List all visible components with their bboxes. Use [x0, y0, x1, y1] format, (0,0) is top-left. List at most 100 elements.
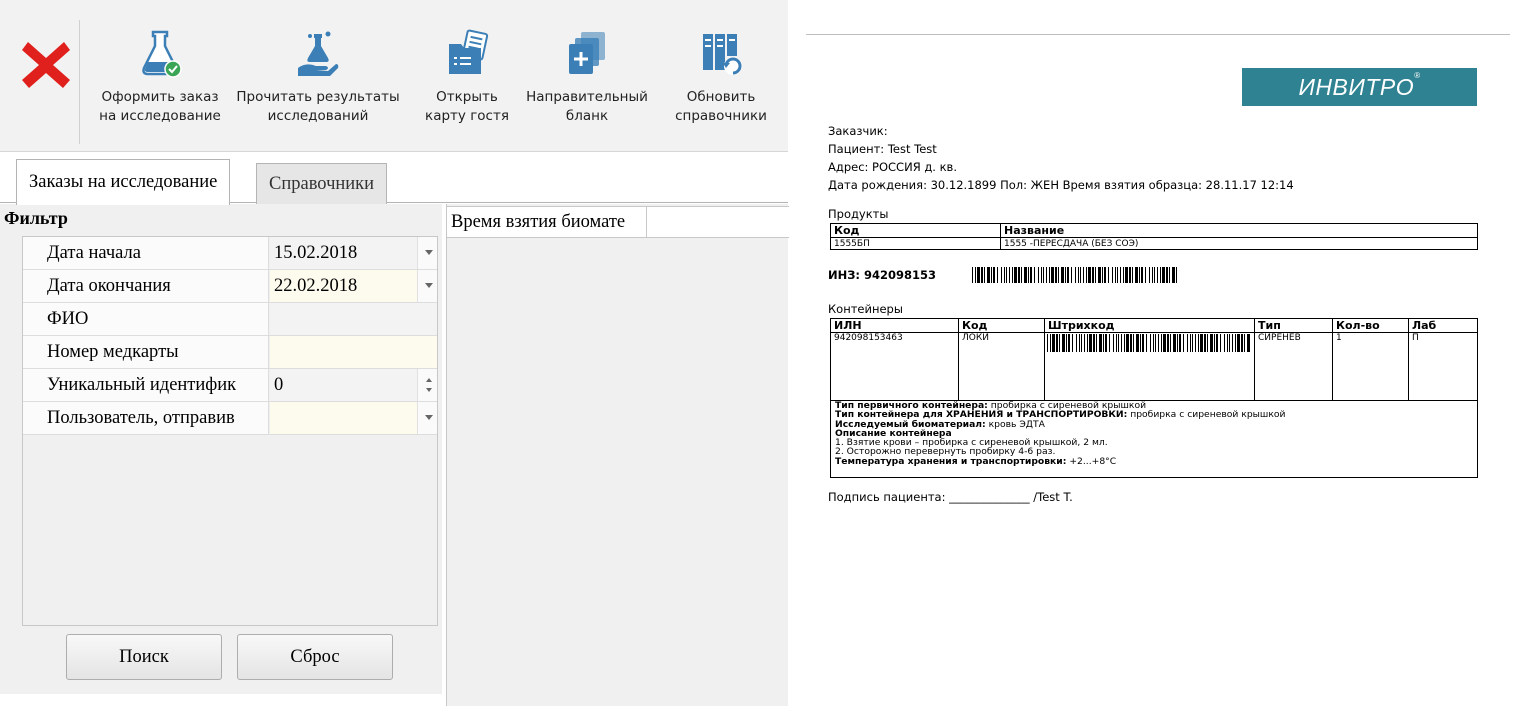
barcode-bar [1084, 334, 1085, 352]
note-value: +2...+8°С [1066, 455, 1117, 467]
column-header-sample-time[interactable]: Время взятия биомате [447, 206, 647, 238]
table-row: 942098153463 ЛОКИ СИРЕНЕВ 1 П [830, 332, 1478, 401]
filter-label: Дата окончания [23, 270, 269, 302]
barcode-bar [1078, 267, 1079, 283]
toolbar: Оформить заказ на исследование Прочитать… [0, 0, 788, 152]
barcode-bar [1214, 334, 1215, 352]
filter-label: ФИО [23, 303, 269, 335]
medcard-number-field[interactable] [270, 336, 437, 368]
start-date-field[interactable]: 15.02.2018 [270, 237, 437, 269]
barcode-bar [1088, 267, 1091, 283]
open-guest-card-button[interactable]: Открыть карту гостя [420, 28, 514, 138]
barcode-bar [1076, 334, 1077, 352]
document-plus-icon [569, 32, 605, 74]
barcode-bar [1235, 334, 1236, 352]
barcode-bar [1139, 267, 1140, 283]
barcode-bar [1046, 267, 1047, 283]
orders-grid: Время взятия биомате [446, 204, 789, 706]
unique-id-spinner[interactable] [417, 369, 437, 401]
birth-line: Дата рождения: 30.12.1899 Пол: ЖЕН Время… [828, 178, 1294, 192]
customer-line: Заказчик: [828, 124, 888, 138]
barcode-bar [1116, 334, 1117, 352]
filter-label: Пользователь, отправив [23, 402, 269, 434]
barcode-bar [1152, 267, 1153, 283]
barcode-bar [1009, 267, 1010, 283]
reset-button[interactable]: Сброс [237, 634, 393, 680]
barcode-bar [1158, 334, 1159, 352]
top-rule [806, 34, 1510, 35]
barcode-bar [972, 267, 973, 283]
barcode-bar [1132, 267, 1133, 283]
spin-down-icon[interactable] [426, 388, 432, 392]
barcode-bar [1024, 267, 1027, 283]
barcode-bar [1129, 267, 1131, 283]
barcode-bar [997, 267, 998, 283]
barcode-bar [1141, 267, 1143, 283]
chevron-down-icon[interactable] [417, 237, 437, 269]
barcode-bar [1062, 334, 1065, 352]
barcode-bar [1081, 334, 1082, 352]
read-results-button[interactable]: Прочитать результаты исследований [226, 28, 410, 138]
chevron-down-icon[interactable] [417, 270, 437, 302]
search-button[interactable]: Поиск [66, 634, 222, 680]
invitro-logo: ИНВИТРО® [1242, 68, 1477, 106]
column-header: Штрихкод [1044, 318, 1255, 333]
filter-label: Номер медкарты [23, 336, 269, 368]
barcode-bar [1052, 334, 1055, 352]
barcode-bar [1162, 267, 1165, 283]
barcode-bar [1145, 267, 1146, 283]
flask-check-icon [142, 30, 182, 78]
barcode-bar [1179, 334, 1181, 352]
patient-line: Пациент: Test Test [828, 142, 937, 156]
end-date-field[interactable]: 22.02.2018 [270, 270, 437, 302]
barcode-bar [1155, 334, 1156, 352]
barcode-bar [993, 267, 995, 283]
barcode-bar [1080, 267, 1081, 283]
close-button[interactable] [18, 36, 74, 92]
update-references-button[interactable]: Обновить справочники [664, 28, 778, 138]
barcode-bar [1247, 334, 1250, 352]
barcode-bar [1098, 267, 1101, 283]
update-references-label: Обновить справочники [675, 89, 767, 124]
barcode-bar [1105, 334, 1107, 352]
column-header: Название [1000, 223, 1478, 238]
barcode-bar [1229, 334, 1230, 352]
barcode-bar [1004, 267, 1005, 283]
unique-id-field[interactable]: 0 [270, 369, 437, 401]
filter-label: Дата начала [23, 237, 269, 269]
barcode-bar [1237, 334, 1240, 352]
tab-references[interactable]: Справочники [256, 163, 388, 204]
chevron-down-icon[interactable] [417, 402, 437, 434]
barcode-bar [1092, 267, 1094, 283]
filter-row-fio: ФИО [23, 303, 437, 336]
barcode-bar [1096, 334, 1097, 352]
barcode-bar [1170, 334, 1171, 352]
container-barcode-cell [1044, 332, 1255, 401]
referral-form-button[interactable]: Направительный бланк [520, 28, 654, 138]
logo-mark: ® [1414, 71, 1421, 80]
barcode-bar [1086, 267, 1087, 283]
sender-user-field[interactable] [270, 402, 437, 434]
barcode-bar [1183, 334, 1184, 352]
barcode-bar [1001, 267, 1002, 283]
barcode-bar [1167, 334, 1169, 352]
barcode-bar [1006, 267, 1007, 283]
table-header-row: ИЛН Код Штрихкод Тип Кол-во Лаб [830, 318, 1478, 333]
barcode-bar [1187, 334, 1188, 352]
barcode-bar [1051, 267, 1054, 283]
barcode-bar [1166, 267, 1168, 283]
barcode-bar [1210, 334, 1213, 352]
filter-property-grid: Дата начала 15.02.2018 Дата окончания 22… [22, 236, 438, 626]
spin-up-icon[interactable] [426, 378, 432, 382]
tab-orders[interactable]: Заказы на исследование [16, 159, 231, 205]
create-order-label: Оформить заказ на исследование [99, 89, 221, 124]
barcode-bar [1068, 334, 1070, 352]
barcode-bar [1190, 334, 1191, 352]
barcode-bar [1124, 334, 1125, 352]
barcode-bar [1066, 334, 1067, 352]
barcode-bar [1030, 267, 1032, 283]
fio-field[interactable] [270, 303, 437, 335]
container-iln: 942098153463 [830, 332, 959, 401]
barcode-bar [1232, 334, 1233, 352]
create-order-button[interactable]: Оформить заказ на исследование [98, 28, 222, 138]
